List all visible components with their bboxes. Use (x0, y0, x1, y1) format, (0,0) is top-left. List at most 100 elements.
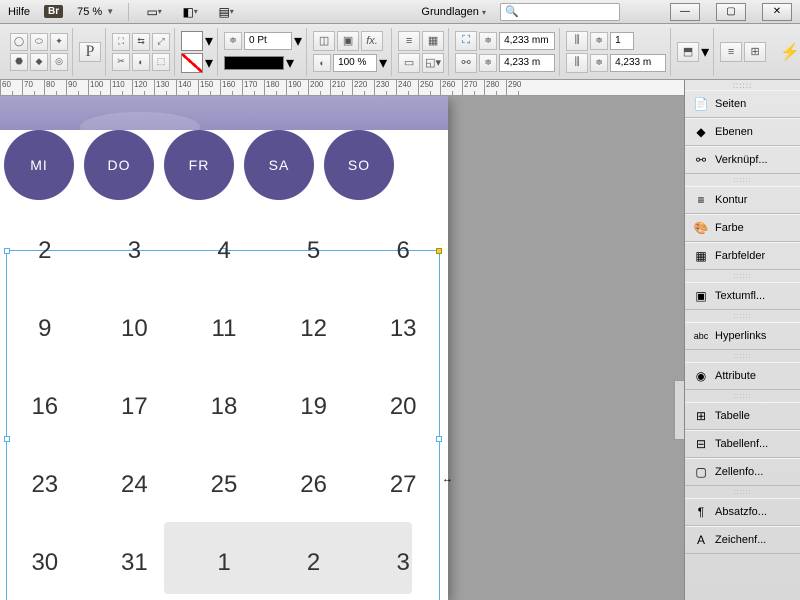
ruler-tick: 130 (154, 80, 176, 95)
ruler-tick: 80 (44, 80, 66, 95)
calendar-cell: 16 (0, 368, 90, 446)
view-options-button[interactable]: ▤▾ (215, 3, 237, 21)
character-panel-icon[interactable]: P (79, 42, 101, 62)
dock-separator: :::::: (685, 486, 800, 498)
panel-tabelle[interactable]: ⊞ Tabelle (685, 402, 800, 430)
ruler-tick: 290 (506, 80, 528, 95)
links-icon: ⚯ (693, 152, 709, 168)
tool-icon[interactable]: ◆ (30, 53, 48, 71)
calendar-cell: 11 (179, 290, 269, 368)
columns-field[interactable]: 1 (610, 32, 634, 50)
opacity-field[interactable]: 100 % (333, 54, 377, 72)
frame-fitting-icon[interactable]: ⛶ (455, 31, 477, 51)
panel-ebenen[interactable]: ◆Ebenen (685, 118, 800, 146)
panel-tabellenformate[interactable]: ⊟Tabellenf... (685, 430, 800, 458)
opacity-icon[interactable]: ◐ (313, 54, 331, 72)
text-wrap-icon[interactable]: ≡ (398, 31, 420, 51)
table-icon: ⊞ (693, 408, 709, 424)
page-canvas[interactable]: MIDOFRSASO 23456910111213161718192023242… (0, 96, 448, 600)
horizontal-ruler[interactable]: 6070809010011012013014015016017018019020… (0, 80, 800, 96)
tool-icon[interactable]: ⇆ (132, 33, 150, 51)
corner-options-icon[interactable]: ◱▾ (422, 53, 444, 73)
tool-icon[interactable]: ◯ (10, 33, 28, 51)
calendar-cell: 24 (90, 446, 180, 524)
quick-apply-icon[interactable]: ⚡ (774, 42, 800, 62)
dock-separator: :::::: (685, 270, 800, 282)
height-stepper[interactable]: ≑ (479, 54, 497, 72)
balance-columns-icon[interactable]: ⫼ (566, 53, 588, 73)
chevron-down-icon: ▾ (482, 8, 486, 17)
tool-icon[interactable]: ⤢ (152, 33, 170, 51)
align-top-icon[interactable]: ⬒ (677, 42, 699, 62)
stroke-weight-field[interactable]: 0 Pt (244, 32, 292, 50)
panel-label: Tabelle (715, 410, 750, 422)
calendar-cell: 17 (90, 368, 180, 446)
calendar-cell: 2 (0, 212, 90, 290)
panel-label: Attribute (715, 370, 756, 382)
arrange-button[interactable]: ◧▾ (179, 3, 201, 21)
panel-kontur[interactable]: ≡Kontur (685, 186, 800, 214)
drop-shadow-icon[interactable]: ▣ (337, 31, 359, 51)
panel-attribute[interactable]: ◉Attribute (685, 362, 800, 390)
tool-icon[interactable]: ✦ (50, 33, 68, 51)
tool-icon[interactable]: ◎ (50, 53, 68, 71)
panel-verknuepfungen[interactable]: ⚯Verknüpf... (685, 146, 800, 174)
maximize-button[interactable]: ▢ (716, 3, 746, 21)
panel-label: Seiten (715, 98, 746, 110)
fx-icon[interactable]: fx. (361, 31, 383, 51)
minimize-button[interactable]: — (670, 3, 700, 21)
bridge-button[interactable]: Br (44, 5, 63, 18)
panel-zeichenformate[interactable]: AZeichenf... (685, 526, 800, 554)
panel-label: Tabellenf... (715, 438, 768, 450)
close-button[interactable]: ✕ (762, 3, 792, 21)
help-menu[interactable]: Hilfe (8, 6, 30, 18)
ruler-tick: 100 (88, 80, 110, 95)
stroke-icon: ≡ (693, 192, 709, 208)
search-input[interactable]: 🔍 (500, 3, 620, 21)
text-frame-options-icon[interactable]: ⊞ (744, 42, 766, 62)
menu-bar: Hilfe Br 75 % ▼ ▭▾ ◧▾ ▤▾ Grundlagen ▾ 🔍 … (0, 0, 800, 24)
ruler-tick: 250 (418, 80, 440, 95)
width-stepper[interactable]: ≑ (479, 32, 497, 50)
panel-hyperlinks[interactable]: abcHyperlinks (685, 322, 800, 350)
panel-textumfluss[interactable]: ▣Textumfl... (685, 282, 800, 310)
tool-icon[interactable]: ◐ (132, 53, 150, 71)
panel-zellenformate[interactable]: ▢Zellenfo... (685, 458, 800, 486)
panel-farbe[interactable]: 🎨Farbe (685, 214, 800, 242)
ruler-tick: 280 (484, 80, 506, 95)
weekday-circle: SO (324, 130, 394, 200)
zoom-dropdown[interactable]: 75 % ▼ (77, 6, 114, 18)
tool-icon[interactable]: ⛶ (112, 33, 130, 51)
tool-icon[interactable]: ⬣ (10, 53, 28, 71)
gutter-stepper[interactable]: ≑ (590, 54, 608, 72)
link-icon[interactable]: ⚯ (455, 53, 477, 73)
panel-farbfelder[interactable]: ▦Farbfelder (685, 242, 800, 270)
calendar-grid: 2345691011121316171819202324252627303112… (0, 212, 448, 600)
panel-absatzformate[interactable]: ¶Absatzfo... (685, 498, 800, 526)
dock-grip[interactable]: :::::: (685, 80, 800, 90)
stroke-swatch[interactable] (181, 53, 203, 73)
dock-collapse-tab[interactable] (674, 380, 684, 440)
text-wrap-icon[interactable]: ▦ (422, 31, 444, 51)
screen-mode-button[interactable]: ▭▾ (143, 3, 165, 21)
panel-seiten[interactable]: 📄Seiten (685, 90, 800, 118)
gutter-field[interactable]: 4,233 m (610, 54, 666, 72)
tool-icon[interactable]: ✂ (112, 53, 130, 71)
baseline-grid-icon[interactable]: ≡ (720, 42, 742, 62)
text-wrap-icon[interactable]: ▭ (398, 53, 420, 73)
stroke-style-swatch[interactable] (224, 56, 284, 70)
height-field[interactable]: 4,233 m (499, 54, 555, 72)
panel-label: Farbe (715, 222, 744, 234)
calendar-cell: 1 (179, 524, 269, 600)
width-field[interactable]: 4,233 mm (499, 32, 555, 50)
workspace-switcher[interactable]: Grundlagen ▾ (421, 6, 486, 18)
search-icon: 🔍 (505, 5, 519, 18)
weekday-row: MIDOFRSASO (0, 130, 448, 212)
columns-stepper[interactable]: ≑ (590, 32, 608, 50)
fill-swatch[interactable] (181, 31, 203, 51)
columns-icon[interactable]: ⫼ (566, 31, 588, 51)
tool-icon[interactable]: ⬭ (30, 33, 48, 51)
stroke-weight-stepper[interactable]: ≑ (224, 32, 242, 50)
tool-icon[interactable]: ⬚ (152, 53, 170, 71)
effects-icon[interactable]: ◫ (313, 31, 335, 51)
